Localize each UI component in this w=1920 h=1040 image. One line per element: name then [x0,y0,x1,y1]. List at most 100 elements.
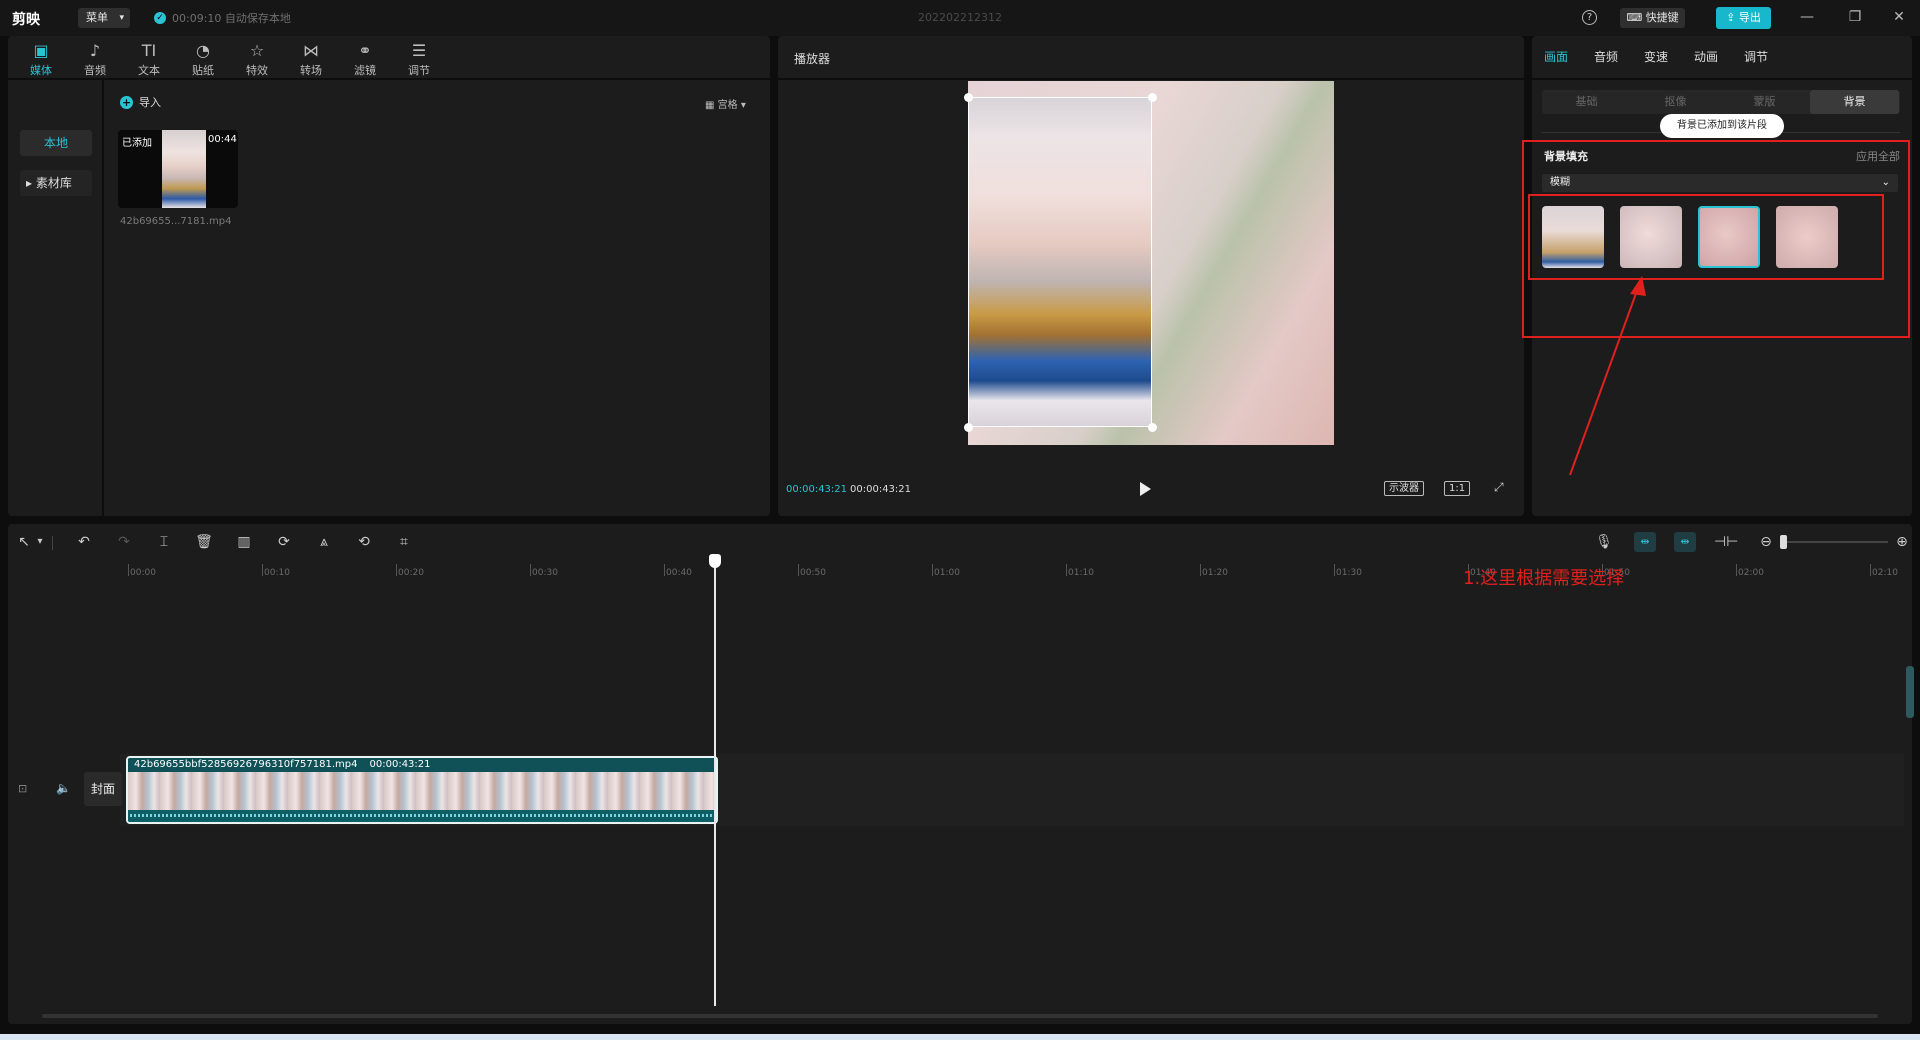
bottom-edge [0,1034,1920,1040]
tab-label: 转场 [300,64,322,77]
vertical-scrollbar[interactable] [1906,666,1914,718]
shortcut-button[interactable]: ⌨ 快捷键 [1620,8,1685,28]
zoom-in-icon[interactable]: ⊕ [1892,532,1912,552]
tab-transition[interactable]: ⋈ 转场 [289,40,333,80]
tab-filter[interactable]: ⚭ 滤镜 [343,40,387,80]
crop-icon[interactable]: ⌗ [394,532,414,552]
tab-adjust[interactable]: ☰ 调节 [397,40,441,80]
tick-mark [932,564,933,576]
redo-icon[interactable]: ↷ [114,532,134,552]
cover-button[interactable]: 封面 [84,772,122,806]
zoom-slider[interactable] [1780,541,1888,543]
title-bar: 剪映 菜单 ▾ ✓ 00:09:10 自动保存本地 202202212312 ? ⌨… [0,0,1920,36]
tick-label: 01:10 [1068,568,1094,578]
zoom-slider-handle[interactable] [1780,535,1787,549]
main-track-magnet-icon[interactable]: ⇹ [1634,532,1656,552]
tab-media[interactable]: ▣ 媒体 [19,40,63,80]
tick-mark [530,564,531,576]
speaker-icon[interactable]: 🔈 [56,781,71,795]
tick-label: 02:10 [1872,568,1898,578]
resize-handle[interactable] [1148,423,1157,432]
tab-text[interactable]: TI 文本 [127,40,171,80]
tick-label: 00:00 [130,568,156,578]
playhead[interactable] [714,554,716,1006]
divider [778,78,1524,80]
delete-icon[interactable]: 🗑 [194,532,214,552]
chevron-down-icon: ▾ [737,100,746,111]
media-icon: ▣ [33,41,49,60]
playhead-handle[interactable] [709,554,721,568]
tab-picture[interactable]: 画面 [1544,48,1568,65]
tab-adjust[interactable]: 调节 [1744,48,1768,65]
subtab-background[interactable]: 背景 [1810,90,1899,114]
horizontal-scrollbar[interactable] [42,1014,1878,1018]
resize-handle[interactable] [964,93,973,102]
apply-all-button[interactable]: 应用全部 [1856,148,1900,164]
nav-library[interactable]: ▸ 素材库 [20,170,92,196]
keyboard-icon: ⌨ [1626,11,1646,24]
scope-button[interactable]: 示波器 [1384,481,1424,496]
chevron-down-icon: ▾ [119,13,124,23]
export-button[interactable]: ⇪ 导出 [1716,7,1771,29]
view-mode-label: 宫格 [717,100,738,111]
undo-icon[interactable]: ↶ [74,532,94,552]
tab-animation[interactable]: 动画 [1694,48,1718,65]
export-icon: ⇪ [1726,11,1739,24]
text-icon: TI [141,41,157,60]
maximize-icon[interactable]: ❐ [1840,7,1870,27]
auto-snap-icon[interactable]: ⇹ [1674,532,1696,552]
media-panel: ▣ 媒体 ♪ 音频 TI 文本 ◔ 贴纸 ☆ 特效 ⋈ 转场 ⚭ 滤镜 ☰ 调节 本地 ▸ 素材… [8,36,770,516]
subtab-mask[interactable]: 蒙版 [1720,90,1809,114]
resize-handle[interactable] [1148,93,1157,102]
fullscreen-icon[interactable]: ⤢ [1494,480,1504,495]
freeze-icon[interactable]: ▥ [234,532,254,552]
blur-option-1[interactable] [1542,206,1604,268]
fill-mode-select[interactable]: 模糊 ⌄ [1542,174,1898,192]
tab-speed[interactable]: 变速 [1644,48,1668,65]
select-cursor-icon[interactable]: ↖ [14,532,34,552]
microphone-icon[interactable]: 🎙 [1594,532,1614,552]
resize-handle[interactable] [964,423,973,432]
tab-audio[interactable]: ♪ 音频 [73,40,117,80]
timeline-clip[interactable]: 42b69655bbf52856926796310f757181.mp4 00:0… [126,756,718,824]
subtab-basic[interactable]: 基础 [1542,90,1631,114]
rotate-icon[interactable]: ⟲ [354,532,374,552]
caret-right-icon: ▸ [26,176,36,190]
tick-mark [1334,564,1335,576]
chevron-down-icon: ⌄ [1881,177,1890,188]
clip-audio-waveform [128,810,716,822]
selection-box[interactable] [968,97,1152,427]
link-icon[interactable]: ⊣⊢ [1714,532,1738,552]
tab-sticker[interactable]: ◔ 贴纸 [181,40,225,80]
clip-thumbnail [162,130,206,208]
play-icon[interactable] [1138,481,1152,497]
transition-icon: ⋈ [303,41,319,60]
zoom-out-icon[interactable]: ⊖ [1756,532,1776,552]
tick-label: 01:00 [934,568,960,578]
tick-label: 00:10 [264,568,290,578]
menu-button[interactable]: 菜单 ▾ [78,8,130,28]
reverse-icon[interactable]: ⟳ [274,532,294,552]
media-clip-card[interactable]: 已添加 00:44 [118,130,238,208]
tab-effects[interactable]: ☆ 特效 [235,40,279,80]
annotation-text: 1.这里根据需要选择 [1463,568,1625,589]
help-icon[interactable]: ? [1582,10,1597,25]
close-icon[interactable]: ✕ [1884,7,1914,27]
ratio-button[interactable]: 1:1 [1444,481,1471,496]
blur-option-4[interactable] [1776,206,1838,268]
view-mode-toggle[interactable]: ▦ 宫格 ▾ [705,96,746,111]
blur-option-3[interactable] [1698,206,1760,268]
subtab-cutout[interactable]: 抠像 [1631,90,1720,114]
chevron-down-icon[interactable]: ▾ [34,532,46,552]
minimize-icon[interactable]: — [1792,7,1822,27]
nav-local[interactable]: 本地 [20,130,92,156]
tab-audio[interactable]: 音频 [1594,48,1618,65]
track-lock-icon[interactable]: ⊡ [18,782,27,795]
blur-option-2[interactable] [1620,206,1682,268]
import-button[interactable]: + 导入 [120,94,161,110]
time-ruler[interactable]: 00:00 00:10 00:20 00:30 00:40 00:50 01:0… [8,556,1912,578]
video-preview[interactable] [964,81,1334,445]
clip-name: 42b69655bbf52856926796310f757181.mp4 [134,759,358,770]
mirror-icon[interactable]: ⩓ [314,532,334,552]
split-icon[interactable]: ⌶ [154,532,174,552]
